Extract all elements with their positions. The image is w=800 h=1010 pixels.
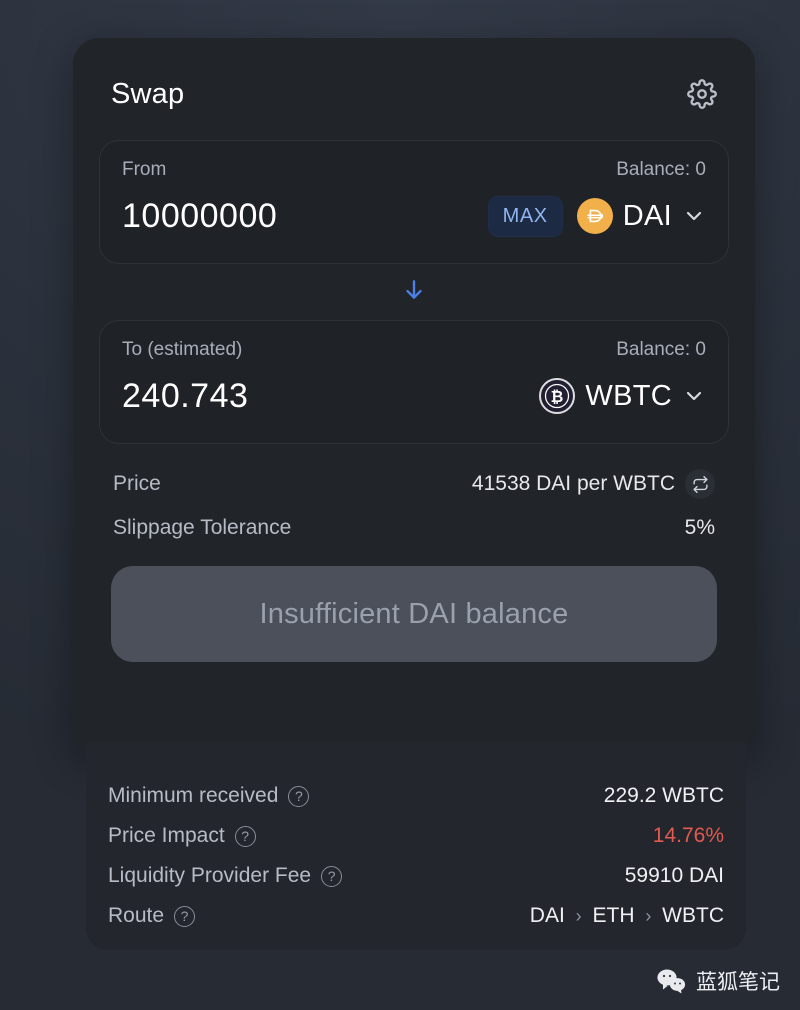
to-label: To (estimated)	[122, 339, 242, 361]
from-controls: MAX DAI	[488, 196, 706, 237]
chevron-down-icon[interactable]	[682, 384, 706, 408]
question-mark-icon[interactable]: ?	[174, 906, 195, 927]
page-title: Swap	[111, 78, 184, 111]
to-token-name: WBTC	[585, 380, 672, 413]
swap-direction-icon[interactable]	[685, 469, 715, 499]
from-panel: From Balance: 0 10000000 MAX	[99, 140, 729, 264]
detail-label: Route	[108, 904, 164, 928]
detail-label: Minimum received	[108, 784, 278, 808]
slippage-value: 5%	[685, 516, 715, 540]
route-label-group: Route ?	[108, 904, 195, 928]
route-row: Route ? DAI › ETH › WBTC	[108, 896, 724, 936]
to-token-select[interactable]: ₿ WBTC	[539, 378, 706, 414]
price-value: 41538 DAI per WBTC	[472, 472, 675, 496]
minimum-received-label-group: Minimum received ?	[108, 784, 309, 808]
swap-card: Swap From Balance: 0 10000000 MAX	[73, 38, 755, 752]
to-amount-input[interactable]: 240.743	[122, 377, 248, 416]
to-balance: Balance: 0	[616, 339, 706, 361]
watermark-text: 蓝狐笔记	[696, 966, 780, 996]
slippage-label: Slippage Tolerance	[113, 516, 291, 540]
slippage-row: Slippage Tolerance 5%	[113, 506, 715, 550]
gear-icon[interactable]	[685, 77, 719, 111]
route-hop: ETH	[592, 904, 634, 927]
price-info: Price 41538 DAI per WBTC Slippage Tolera…	[99, 444, 729, 550]
from-amount-input[interactable]: 10000000	[122, 197, 277, 236]
detail-label: Liquidity Provider Fee	[108, 864, 311, 888]
from-balance: Balance: 0	[616, 159, 706, 181]
card-header: Swap	[99, 68, 729, 120]
question-mark-icon[interactable]: ?	[321, 866, 342, 887]
price-impact-label-group: Price Impact ?	[108, 824, 256, 848]
swap-direction-row	[99, 264, 729, 320]
question-mark-icon[interactable]: ?	[288, 786, 309, 807]
watermark: 蓝狐笔记	[656, 966, 780, 996]
to-controls: ₿ WBTC	[539, 378, 706, 414]
svg-text:₿: ₿	[551, 388, 564, 406]
chevron-down-icon[interactable]	[682, 204, 706, 228]
to-panel-header: To (estimated) Balance: 0	[122, 339, 706, 361]
route-separator-icon: ›	[640, 906, 656, 926]
route-hop: WBTC	[662, 904, 724, 927]
detail-value: 14.76%	[653, 824, 724, 848]
from-panel-body: 10000000 MAX DAI	[122, 189, 706, 243]
swap-action-button: Insufficient DAI balance	[111, 566, 717, 662]
from-token-name: DAI	[623, 200, 672, 233]
wbtc-coin-icon: ₿	[539, 378, 575, 414]
wechat-icon	[656, 968, 686, 994]
from-token-select[interactable]: DAI	[577, 198, 706, 234]
dai-coin-icon	[577, 198, 613, 234]
lp-fee-label-group: Liquidity Provider Fee ?	[108, 864, 342, 888]
max-button[interactable]: MAX	[488, 196, 563, 237]
to-panel: To (estimated) Balance: 0 240.743 ₿ WBTC	[99, 320, 729, 444]
route-hop: DAI	[530, 904, 565, 927]
from-panel-header: From Balance: 0	[122, 159, 706, 181]
route-value: DAI › ETH › WBTC	[530, 904, 724, 928]
question-mark-icon[interactable]: ?	[235, 826, 256, 847]
route-separator-icon: ›	[571, 906, 587, 926]
detail-row: Liquidity Provider Fee ? 59910 DAI	[108, 856, 724, 896]
arrow-down-icon[interactable]	[401, 277, 427, 308]
detail-value: 59910 DAI	[625, 864, 724, 888]
detail-row: Price Impact ? 14.76%	[108, 816, 724, 856]
to-panel-body: 240.743 ₿ WBTC	[122, 369, 706, 423]
trade-details-panel: Minimum received ? 229.2 WBTC Price Impa…	[86, 742, 746, 950]
detail-row: Minimum received ? 229.2 WBTC	[108, 776, 724, 816]
from-label: From	[122, 159, 166, 181]
detail-label: Price Impact	[108, 824, 225, 848]
app-root: Swap From Balance: 0 10000000 MAX	[0, 0, 800, 1010]
detail-value: 229.2 WBTC	[604, 784, 724, 808]
price-row: Price 41538 DAI per WBTC	[113, 462, 715, 506]
price-label: Price	[113, 472, 161, 496]
price-value-group: 41538 DAI per WBTC	[472, 469, 715, 499]
